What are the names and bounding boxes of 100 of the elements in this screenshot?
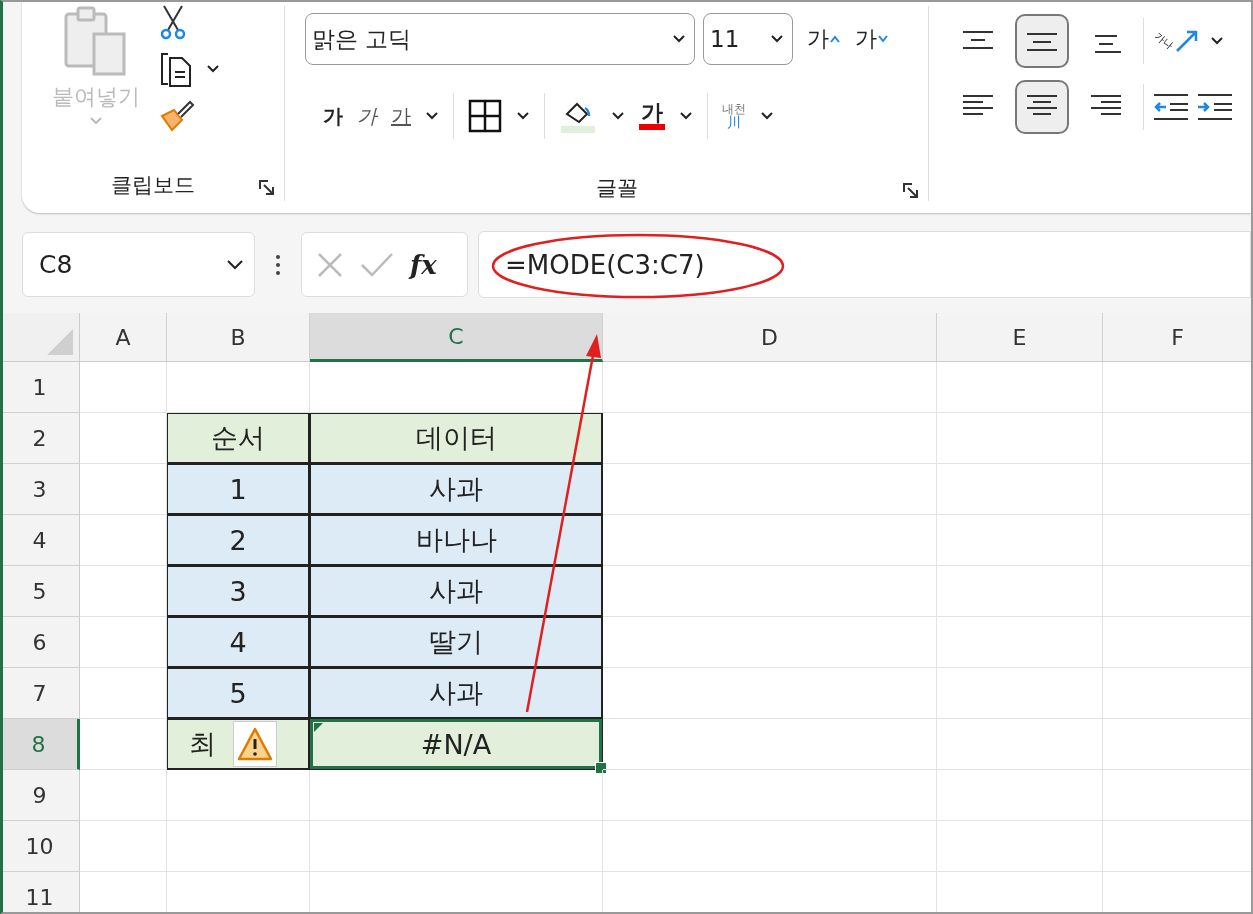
grid-cell[interactable]	[937, 668, 1103, 719]
grid-cell[interactable]	[937, 515, 1103, 566]
formula-field[interactable]: =MODE(C3:C7)	[478, 231, 1251, 298]
table-cell: 바나나	[310, 515, 603, 566]
warning-icon[interactable]	[233, 721, 277, 767]
name-box[interactable]: C8	[22, 232, 255, 297]
row-header[interactable]: 8	[3, 719, 80, 770]
grid-cell[interactable]	[603, 362, 937, 413]
grid-cell[interactable]	[310, 770, 603, 821]
table-cell: 1	[167, 464, 310, 515]
caret-icon	[89, 116, 103, 126]
row-header[interactable]: 6	[3, 617, 80, 668]
row-header[interactable]: 5	[3, 566, 80, 617]
grid-cell[interactable]	[80, 821, 167, 872]
grid-cell[interactable]	[167, 770, 310, 821]
row-header[interactable]: 11	[3, 872, 80, 912]
caret-icon	[226, 258, 244, 271]
caret-icon[interactable]	[760, 111, 774, 121]
phonetic-guide-button[interactable]: 내천 川	[722, 103, 746, 129]
grid-cell[interactable]	[603, 821, 937, 872]
caret-icon[interactable]	[425, 111, 439, 121]
dialog-launcher-icon[interactable]	[258, 179, 276, 197]
column-header[interactable]: F	[1103, 313, 1251, 362]
table-cell: 4	[167, 617, 310, 668]
row-header[interactable]: 9	[3, 770, 80, 821]
grid-cell[interactable]	[603, 566, 937, 617]
insert-function-button[interactable]: fx	[410, 249, 437, 280]
caret-icon	[672, 34, 686, 44]
align-center-button[interactable]	[1015, 80, 1069, 134]
table-cell: 5	[167, 668, 310, 719]
column-header[interactable]: E	[937, 313, 1103, 362]
underline-button[interactable]: 가	[391, 102, 411, 130]
cancel-icon[interactable]	[316, 250, 344, 279]
group-label: 글꼴	[595, 175, 638, 202]
group-label: 클립보드	[111, 172, 195, 199]
brush-icon[interactable]	[158, 98, 196, 132]
table-cell: 딸기	[310, 617, 603, 668]
font-size-dropdown[interactable]: 11	[703, 13, 793, 65]
borders-icon[interactable]	[468, 99, 502, 133]
select-all-corner[interactable]	[3, 313, 80, 362]
grid-cell[interactable]	[603, 464, 937, 515]
font-name-dropdown[interactable]: 맑은 고딕	[305, 13, 695, 65]
row-header[interactable]: 2	[3, 413, 80, 464]
table-cell: 순서	[167, 413, 310, 464]
bold-button[interactable]: 가	[323, 102, 343, 130]
caret-icon[interactable]	[1210, 36, 1224, 46]
column-header[interactable]: A	[80, 313, 167, 362]
caret-icon	[770, 34, 784, 44]
grid-cell[interactable]	[937, 719, 1103, 770]
orientation-button[interactable]: 가나	[1154, 28, 1200, 54]
grid-cell[interactable]	[167, 821, 310, 872]
grid-cell[interactable]	[603, 617, 937, 668]
row-header[interactable]: 7	[3, 668, 80, 719]
triangle-icon	[45, 327, 75, 357]
diagonal-arrow-icon	[1174, 28, 1200, 54]
grid-cell[interactable]	[80, 362, 167, 413]
grid-cell[interactable]	[603, 668, 937, 719]
grid-cell[interactable]	[80, 770, 167, 821]
row-header[interactable]: 3	[3, 464, 80, 515]
more-icon[interactable]	[275, 252, 281, 277]
dialog-launcher-icon[interactable]	[902, 182, 920, 200]
grid-cell[interactable]	[937, 617, 1103, 668]
grid-cell[interactable]	[937, 770, 1103, 821]
column-header[interactable]: D	[603, 313, 937, 362]
caret-icon[interactable]	[206, 64, 220, 74]
grid-cell[interactable]	[937, 464, 1103, 515]
decrease-indent-icon[interactable]	[1154, 92, 1188, 122]
column-header[interactable]: C	[310, 313, 603, 362]
table-cell: 2	[167, 515, 310, 566]
grid-cell[interactable]	[937, 566, 1103, 617]
column-header[interactable]: B	[167, 313, 310, 362]
increase-indent-icon[interactable]	[1198, 92, 1232, 122]
caret-icon[interactable]	[679, 111, 693, 121]
table-cell: 3	[167, 566, 310, 617]
grid-cell[interactable]	[937, 821, 1103, 872]
grid-cell[interactable]	[603, 515, 937, 566]
italic-button[interactable]: 가	[357, 102, 377, 130]
table-cell: 사과	[310, 668, 603, 719]
shrink-font-button[interactable]: 가	[849, 24, 889, 54]
table-cell: 사과	[310, 566, 603, 617]
grid-cell[interactable]	[937, 413, 1103, 464]
up-caret-icon	[829, 34, 841, 44]
font-color-button[interactable]: 가	[639, 102, 665, 130]
grid-cell[interactable]	[937, 362, 1103, 413]
cut-icon[interactable]	[158, 4, 188, 40]
grid-cell[interactable]	[603, 413, 937, 464]
row-header[interactable]: 10	[3, 821, 80, 872]
caret-icon[interactable]	[516, 111, 530, 121]
grow-font-button[interactable]: 가	[801, 24, 841, 54]
grid-cell[interactable]	[603, 770, 937, 821]
row-header[interactable]: 4	[3, 515, 80, 566]
grid-cell[interactable]	[603, 719, 937, 770]
grid-cell[interactable]	[310, 821, 603, 872]
down-caret-icon	[877, 34, 889, 44]
table-cell: 데이터	[310, 413, 603, 464]
caret-icon[interactable]	[611, 111, 625, 121]
table-cell: 사과	[310, 464, 603, 515]
row-header[interactable]: 1	[3, 362, 80, 413]
align-middle-button[interactable]	[1015, 14, 1069, 68]
cell-text: 최	[189, 727, 216, 761]
